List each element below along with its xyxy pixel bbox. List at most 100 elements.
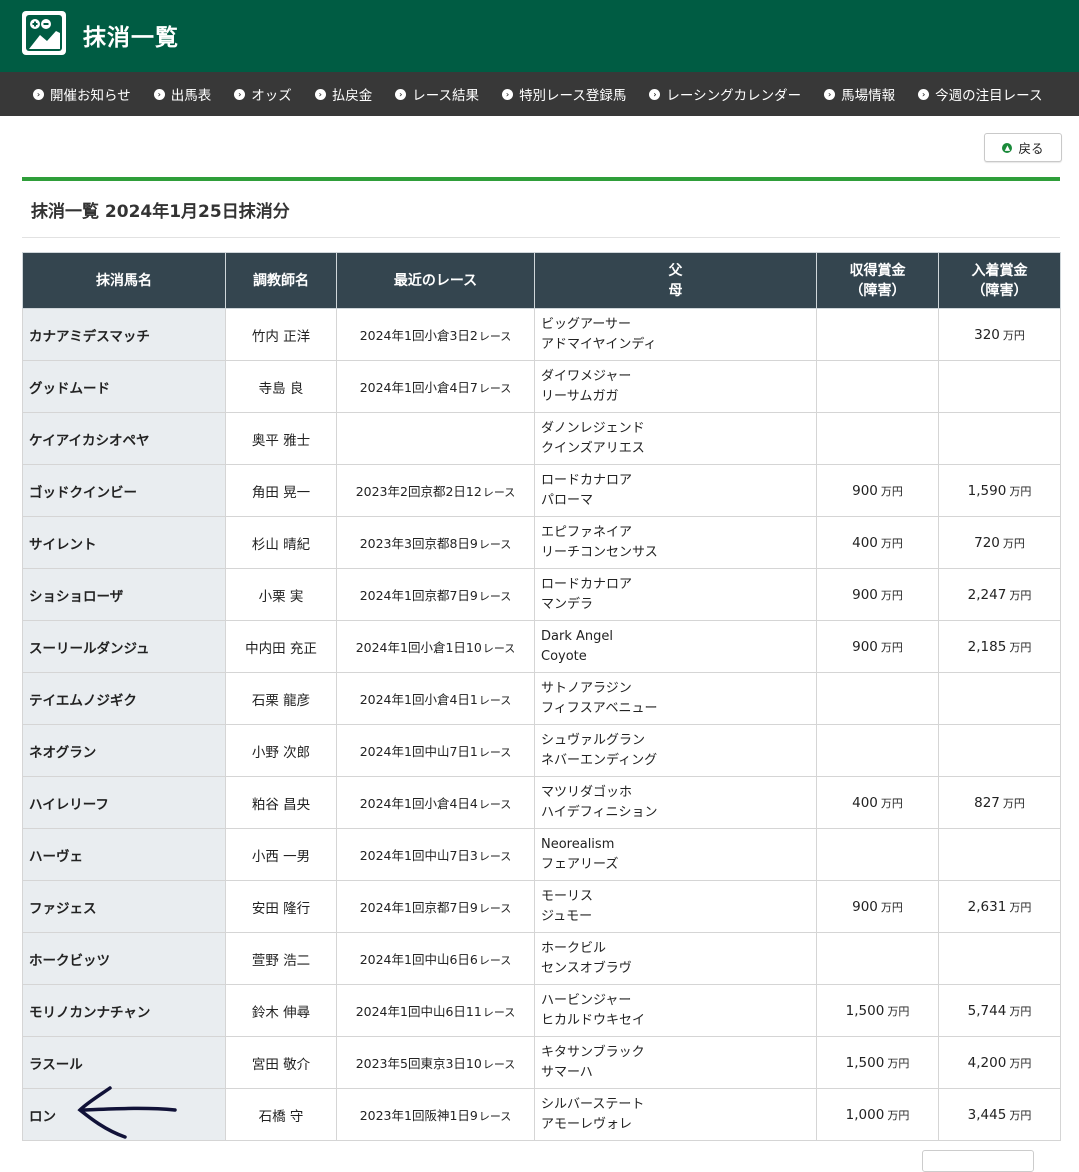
table-row: ネオグラン 小野 次郎 2024年1回中山7日1レース シュヴァルグラン ネバーエンディ… [22, 724, 1061, 777]
recent-race[interactable]: 2024年1回中山7日1レース [336, 724, 535, 777]
trainer-name[interactable]: 杉山 晴紀 [225, 516, 337, 569]
pedigree: Dark Angel Coyote [534, 620, 817, 673]
table-row: カナアミデスマッチ 竹内 正洋 2024年1回小倉3日2レース ビッグアーサー アドマイ… [22, 308, 1061, 361]
trainer-name[interactable]: 石橋 守 [225, 1088, 337, 1141]
recent-race[interactable]: 2023年3回京都8日9レース [336, 516, 535, 569]
horse-name[interactable]: ゴッドクインビー [22, 464, 226, 517]
recent-race[interactable]: 2024年1回小倉4日7レース [336, 360, 535, 413]
earned-value: 900 [852, 638, 878, 655]
trainer-name[interactable]: 寺島 良 [225, 360, 337, 413]
recent-race[interactable]: 2024年1回小倉4日4レース [336, 776, 535, 829]
placing-prize [938, 932, 1061, 985]
earned-prize: 900 万円 [816, 880, 939, 933]
nav-item[interactable]: › 今週の注目レース [918, 84, 1042, 104]
trainer-name[interactable]: 石栗 龍彦 [225, 672, 337, 725]
placing-prize: 3,445 万円 [938, 1088, 1061, 1141]
nav-item[interactable]: › レーシングカレンダー [649, 84, 801, 104]
trainer-name[interactable]: 鈴木 伸尋 [225, 984, 337, 1037]
recent-race[interactable]: 2024年1回京都7日9レース [336, 568, 535, 621]
race-text: 2024年1回京都7日9 [359, 900, 478, 915]
horse-name[interactable]: ホークビッツ [22, 932, 226, 985]
pedigree: ダノンレジェンド クインズアリエス [534, 412, 817, 465]
table-row: ハイレリーフ 粕谷 昌央 2024年1回小倉4日4レース マツリダゴッホ ハイデフィニシ… [22, 776, 1061, 829]
unit-label: 万円 [1002, 328, 1025, 342]
horse-name[interactable]: スーリールダンジュ [22, 620, 226, 673]
table-row: ゴッドクインビー 角田 晃一 2023年2回京都2日12レース ロードカナロア パローマ… [22, 464, 1061, 517]
site-header: 抹消一覧 [0, 0, 1079, 72]
nav-item[interactable]: › 開催お知らせ [33, 84, 131, 104]
trainer-name[interactable]: 小栗 実 [225, 568, 337, 621]
unit-label: 万円 [1009, 900, 1032, 914]
recent-race[interactable]: 2024年1回小倉1日10レース [336, 620, 535, 673]
pedigree: ダイワメジャー リーサムガガ [534, 360, 817, 413]
race-text: 2024年1回中山6日11 [355, 1004, 482, 1019]
chevron-right-icon: › [314, 88, 326, 100]
back-button[interactable]: ▲ 戻る [984, 133, 1062, 162]
race-text: 2024年1回小倉4日4 [359, 796, 478, 811]
trainer-name[interactable]: 宮田 敬介 [225, 1036, 337, 1089]
col-header-earned-sub: （障害） [849, 282, 906, 299]
horse-name[interactable]: ハイレリーフ [22, 776, 226, 829]
trainer-name[interactable]: 角田 晃一 [225, 464, 337, 517]
nav-item[interactable]: › 出馬表 [153, 84, 211, 104]
recent-race[interactable]: 2024年1回中山6日11レース [336, 984, 535, 1037]
recent-race[interactable]: 2023年5回東京3日10レース [336, 1036, 535, 1089]
bottom-button-partial[interactable] [922, 1150, 1034, 1172]
trainer-name[interactable]: 奥平 雅士 [225, 412, 337, 465]
race-suffix: レース [482, 1006, 516, 1019]
col-header-sire: 父 [668, 262, 683, 279]
prize-value: 320 [974, 326, 1000, 343]
race-suffix: レース [478, 902, 512, 915]
recent-race[interactable] [336, 412, 535, 465]
horse-name[interactable]: ハーヴェ [22, 828, 226, 881]
horse-name[interactable]: ファジェス [22, 880, 226, 933]
table-row: ショショローザ 小栗 実 2024年1回京都7日9レース ロードカナロア マンデラ 900… [22, 568, 1061, 621]
horse-name[interactable]: ショショローザ [22, 568, 226, 621]
trainer-name[interactable]: 粕谷 昌央 [225, 776, 337, 829]
recent-race[interactable]: 2023年2回京都2日12レース [336, 464, 535, 517]
recent-race[interactable]: 2024年1回中山6日6レース [336, 932, 535, 985]
recent-race[interactable]: 2024年1回小倉4日1レース [336, 672, 535, 725]
horse-name[interactable]: サイレント [22, 516, 226, 569]
horse-name[interactable]: ラスール [22, 1036, 226, 1089]
horse-name[interactable]: グッドムード [22, 360, 226, 413]
race-text: 2023年3回京都8日9 [359, 536, 478, 551]
table-row: ハーヴェ 小西 一男 2024年1回中山7日3レース Neorealism フェアリーズ [22, 828, 1061, 881]
horse-name[interactable]: カナアミデスマッチ [22, 308, 226, 361]
nav-item[interactable]: › 馬場情報 [824, 84, 895, 104]
nav-item[interactable]: › 払戻金 [314, 84, 372, 104]
earned-prize: 1,500 万円 [816, 1036, 939, 1089]
unit-label: 万円 [1002, 536, 1025, 550]
site-logo-icon[interactable] [22, 11, 66, 55]
race-suffix: レース [478, 538, 512, 551]
race-text: 2023年1回阪神1日9 [359, 1108, 478, 1123]
trainer-name[interactable]: 竹内 正洋 [225, 308, 337, 361]
unit-label: 万円 [880, 484, 903, 498]
sire-name: ホークビル [541, 940, 607, 956]
table-row: サイレント 杉山 晴紀 2023年3回京都8日9レース エピファネイア リーチコンセンサ… [22, 516, 1061, 569]
table-header-row: 抹消馬名 調教師名 最近のレース 父 母 収得賞金 （障害） 入着賞金 （障害） [22, 252, 1061, 309]
dam-name: リーサムガガ [541, 388, 619, 404]
dam-name: センスオブラヴ [541, 960, 632, 976]
trainer-name[interactable]: 小野 次郎 [225, 724, 337, 777]
trainer-name[interactable]: 安田 隆行 [225, 880, 337, 933]
placing-prize [938, 724, 1061, 777]
horse-name[interactable]: ケイアイカシオペヤ [22, 412, 226, 465]
recent-race[interactable]: 2024年1回京都7日9レース [336, 880, 535, 933]
recent-race[interactable]: 2024年1回小倉3日2レース [336, 308, 535, 361]
horse-name[interactable]: テイエムノジギク [22, 672, 226, 725]
nav-item[interactable]: › レース結果 [395, 84, 479, 104]
trainer-name[interactable]: 中内田 充正 [225, 620, 337, 673]
chevron-right-icon: › [649, 88, 661, 100]
recent-race[interactable]: 2024年1回中山7日3レース [336, 828, 535, 881]
nav-item[interactable]: › 特別レース登録馬 [502, 84, 626, 104]
trainer-name[interactable]: 小西 一男 [225, 828, 337, 881]
earned-prize [816, 360, 939, 413]
trainer-name[interactable]: 萱野 浩二 [225, 932, 337, 985]
horse-name[interactable]: ネオグラン [22, 724, 226, 777]
horse-name[interactable]: モリノカンナチャン [22, 984, 226, 1037]
nav-item[interactable]: › オッズ [234, 84, 292, 104]
race-suffix: レース [478, 798, 512, 811]
recent-race[interactable]: 2023年1回阪神1日9レース [336, 1088, 535, 1141]
placing-prize [938, 672, 1061, 725]
